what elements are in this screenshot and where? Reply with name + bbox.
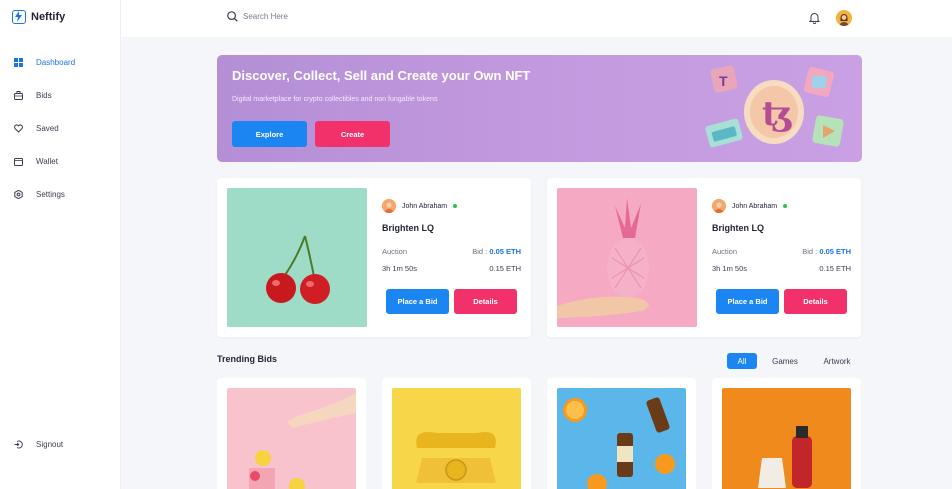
owner-info[interactable]: John Abraham	[382, 199, 458, 213]
nft-title: Brighten LQ	[382, 223, 434, 233]
cherry-image[interactable]	[227, 188, 367, 327]
banner-title: Discover, Collect, Sell and Create your …	[232, 68, 531, 83]
details-button[interactable]: Details	[784, 289, 847, 314]
sidebar-item-label: Saved	[36, 124, 59, 133]
place-bid-button[interactable]: Place a Bid	[716, 289, 779, 314]
time-left: 3h 1m 50s	[382, 264, 418, 273]
price: 0.15 ETH	[489, 264, 521, 273]
svg-text:ꜩ: ꜩ	[762, 94, 793, 134]
trending-card	[547, 378, 696, 489]
time-row: 3h 1m 50s 0.15 ETH	[382, 264, 521, 273]
bid-label: Bid :	[802, 247, 818, 256]
price: 0.15 ETH	[819, 264, 851, 273]
auction-label: Auction	[712, 247, 738, 256]
gear-icon	[14, 190, 23, 199]
crypto-illustration: T ꜩ	[705, 65, 844, 148]
auction-row: Auction Bid : 0.05 ETH	[382, 247, 521, 256]
heart-icon	[14, 124, 23, 133]
online-status-dot	[453, 204, 458, 208]
sidebar-item-label: Bids	[36, 91, 52, 100]
owner-avatar	[382, 199, 396, 213]
groceries-image[interactable]	[722, 388, 851, 489]
sidebar-item-label: Dashboard	[36, 58, 76, 67]
place-bid-button[interactable]: Place a Bid	[386, 289, 449, 314]
sidebar-item-dashboard[interactable]: Dashboard	[14, 58, 75, 67]
search-icon[interactable]	[227, 11, 238, 22]
filter-all[interactable]: All	[727, 353, 757, 369]
section-title: Trending Bids	[217, 354, 278, 364]
nft-title: Brighten LQ	[712, 223, 764, 233]
owner-name: John Abraham	[732, 202, 778, 210]
sidebar-item-bids[interactable]: Bids	[14, 91, 52, 100]
pineapple-image[interactable]	[557, 188, 697, 327]
sidebar-item-saved[interactable]: Saved	[14, 124, 59, 133]
trending-card	[382, 378, 531, 489]
banner-subtitle: Digital marketplace for crypto collectib…	[232, 96, 438, 103]
search-bar	[227, 11, 393, 22]
topbar	[121, 0, 952, 37]
details-button[interactable]: Details	[454, 289, 517, 314]
signout-label: Signout	[36, 440, 64, 449]
time-row: 3h 1m 50s 0.15 ETH	[712, 264, 851, 273]
sidebar-item-wallet[interactable]: Wallet	[14, 157, 58, 166]
grid-icon	[14, 58, 23, 67]
briefcase-icon	[14, 91, 23, 100]
drinks-image[interactable]	[557, 388, 686, 489]
hero-banner: Discover, Collect, Sell and Create your …	[217, 55, 862, 162]
search-input[interactable]	[243, 12, 393, 21]
online-status-dot	[783, 204, 788, 208]
bid-label: Bid :	[472, 247, 488, 256]
trending-card	[217, 378, 366, 489]
time-left: 3h 1m 50s	[712, 264, 748, 273]
bid-value: 0.05 ETH	[489, 247, 521, 256]
signout-icon	[14, 440, 23, 449]
lemonade-image[interactable]	[227, 388, 356, 489]
explore-button[interactable]: Explore	[232, 121, 307, 147]
logo[interactable]: Neftify	[12, 10, 65, 24]
owner-info[interactable]: John Abraham	[712, 199, 788, 213]
signout-button[interactable]: Signout	[14, 440, 63, 449]
trending-card	[712, 378, 861, 489]
svg-text:T: T	[719, 73, 728, 89]
avatar[interactable]	[836, 10, 852, 26]
auction-card: John Abraham Brighten LQ Auction Bid : 0…	[217, 178, 531, 337]
sidebar-item-label: Settings	[36, 190, 65, 199]
create-button[interactable]: Create	[315, 121, 390, 147]
wallet-icon	[14, 158, 23, 166]
sidebar-item-label: Wallet	[36, 157, 58, 166]
lightning-icon	[12, 10, 26, 24]
telephone-image[interactable]	[392, 388, 521, 489]
app-name: Neftify	[31, 11, 66, 23]
sidebar-item-settings[interactable]: Settings	[14, 190, 65, 199]
bid-value: 0.05 ETH	[819, 247, 851, 256]
filter-artwork[interactable]: Artwork	[817, 353, 857, 369]
owner-avatar	[712, 199, 726, 213]
filter-games[interactable]: Games	[767, 353, 803, 369]
auction-label: Auction	[382, 247, 408, 256]
sidebar: Neftify Dashboard Bids Saved Wallet Sett…	[0, 0, 121, 489]
bell-icon[interactable]	[809, 12, 820, 24]
owner-name: John Abraham	[402, 202, 448, 210]
auction-card: John Abraham Brighten LQ Auction Bid : 0…	[547, 178, 861, 337]
auction-row: Auction Bid : 0.05 ETH	[712, 247, 851, 256]
